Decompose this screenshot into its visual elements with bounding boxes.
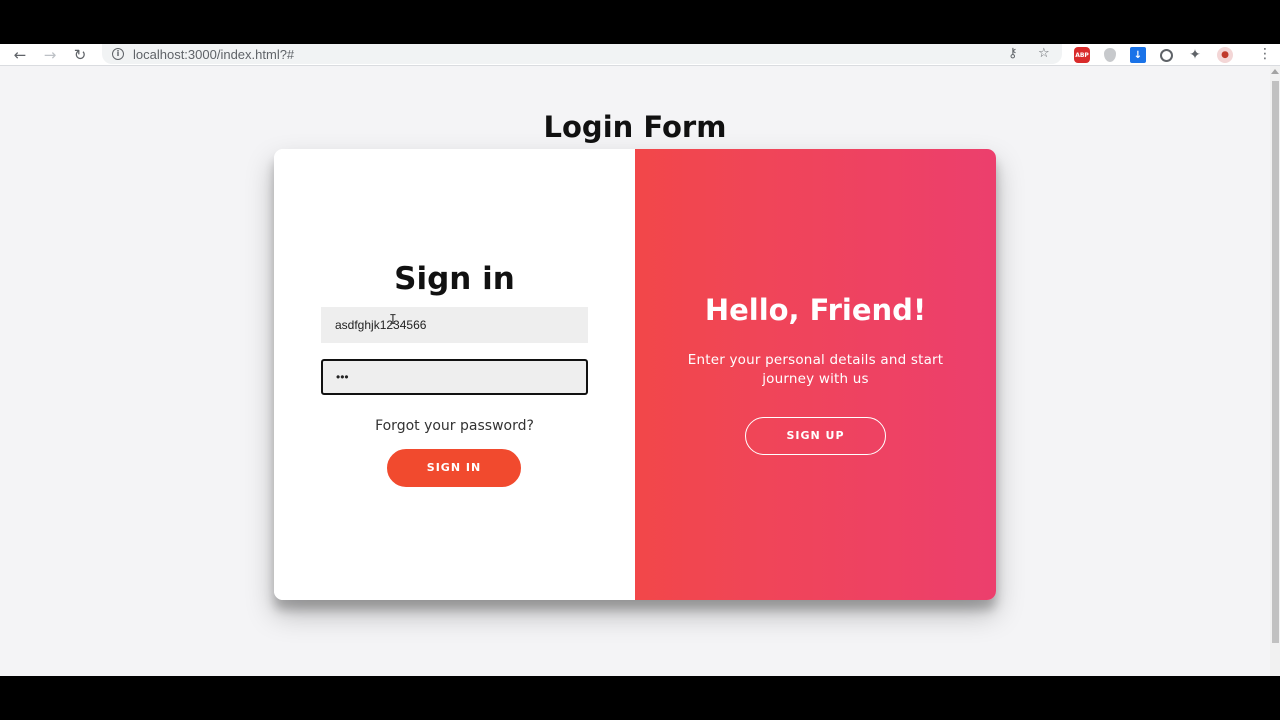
signin-button[interactable]: SIGN IN (387, 449, 521, 487)
extension-icons: ABP ↓ ✦ ● (1074, 47, 1247, 63)
browser-toolbar: ← → ↻ i localhost:3000/index.html?# ⚷ ☆ … (0, 44, 1280, 66)
signin-panel: Sign in I Forgot your password? SIGN IN (274, 149, 635, 600)
download-icon[interactable]: ↓ (1130, 47, 1146, 63)
signup-button[interactable]: SIGN UP (745, 417, 886, 455)
key-icon[interactable]: ⚷ (1008, 46, 1018, 61)
overlay-text: Enter your personal details and start jo… (687, 352, 944, 387)
info-icon[interactable]: i (112, 48, 124, 60)
page-title: Login Form (543, 110, 727, 144)
login-card: Sign in I Forgot your password? SIGN IN … (274, 149, 996, 600)
extension-circle-icon[interactable] (1160, 48, 1173, 62)
back-arrow-icon[interactable]: ← (5, 44, 35, 66)
forgot-password-link[interactable]: Forgot your password? (274, 418, 635, 434)
scrollbar-thumb[interactable] (1272, 81, 1279, 643)
signin-title: Sign in (394, 261, 515, 297)
password-field[interactable] (321, 359, 588, 395)
forward-arrow-icon[interactable]: → (35, 44, 65, 66)
adblock-plus-label: ABP (1075, 51, 1089, 59)
kebab-menu-icon[interactable]: ⋮ (1258, 46, 1272, 62)
adblock-plus-icon[interactable]: ABP (1074, 47, 1090, 63)
video-letterbox-bottom (0, 676, 1280, 720)
scroll-up-arrow-icon[interactable] (1271, 69, 1279, 74)
reload-icon[interactable]: ↻ (65, 44, 95, 66)
email-field[interactable] (321, 307, 588, 343)
overlay-title: Hello, Friend! (704, 293, 927, 327)
url-text[interactable]: localhost:3000/index.html?# (133, 47, 294, 62)
shield-icon[interactable] (1104, 48, 1116, 62)
video-letterbox-top (0, 0, 1280, 44)
profile-avatar-icon[interactable]: ● (1217, 47, 1233, 63)
overlay-panel: Hello, Friend! Enter your personal detai… (635, 149, 996, 600)
bookmark-star-icon[interactable]: ☆ (1038, 46, 1050, 61)
address-bar[interactable]: i localhost:3000/index.html?# ⚷ ☆ (102, 44, 1062, 64)
text-cursor-icon: I (389, 313, 397, 328)
puzzle-icon[interactable]: ✦ (1187, 47, 1203, 63)
